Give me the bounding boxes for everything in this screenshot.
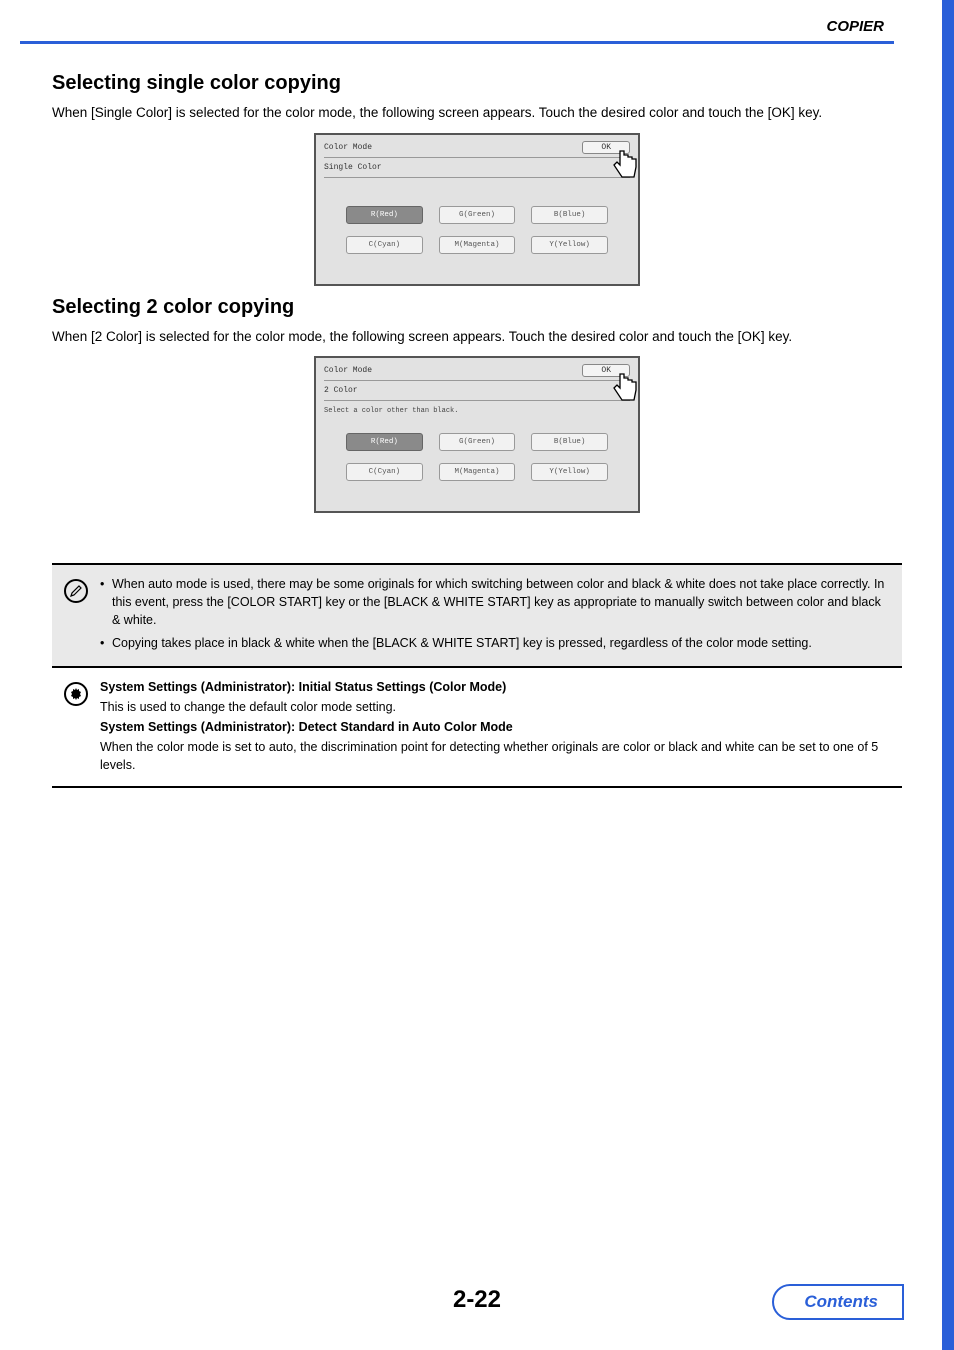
panel1-title: Color Mode xyxy=(324,143,372,152)
note-box: When auto mode is used, there may be som… xyxy=(52,563,902,668)
panel2-subtitle: 2 Color xyxy=(324,380,630,401)
contents-button[interactable]: Contents xyxy=(772,1284,904,1320)
note-item-1: When auto mode is used, there may be som… xyxy=(100,575,888,629)
cyan-button[interactable]: C(Cyan) xyxy=(346,463,423,481)
pointer-icon xyxy=(610,370,644,404)
admin-title-1: System Settings (Administrator): Initial… xyxy=(100,678,888,696)
page-header: COPIER xyxy=(0,0,954,44)
header-title: COPIER xyxy=(0,18,914,35)
gear-icon xyxy=(64,682,88,706)
magenta-button[interactable]: M(Magenta) xyxy=(439,236,516,254)
section1-body: When [Single Color] is selected for the … xyxy=(52,103,902,123)
admin-body-1: This is used to change the default color… xyxy=(100,698,888,716)
section2-body: When [2 Color] is selected for the color… xyxy=(52,327,902,347)
panel2-title: Color Mode xyxy=(324,366,372,375)
panel2-hint: Select a color other than black. xyxy=(324,405,630,421)
two-color-panel: Color Mode OK 2 Color Select a color oth… xyxy=(314,356,640,513)
red-button[interactable]: R(Red) xyxy=(346,433,423,451)
note-item-2: Copying takes place in black & white whe… xyxy=(100,634,888,652)
cyan-button[interactable]: C(Cyan) xyxy=(346,236,423,254)
green-button[interactable]: G(Green) xyxy=(439,433,516,451)
admin-box: System Settings (Administrator): Initial… xyxy=(52,668,902,789)
pencil-icon xyxy=(64,579,88,603)
blue-button[interactable]: B(Blue) xyxy=(531,433,608,451)
red-button[interactable]: R(Red) xyxy=(346,206,423,224)
section2-heading: Selecting 2 color copying xyxy=(52,296,902,319)
admin-body-2: When the color mode is set to auto, the … xyxy=(100,738,888,774)
section1-heading: Selecting single color copying xyxy=(52,72,902,95)
single-color-panel: Color Mode OK Single Color R(Red) G(Gree… xyxy=(314,133,640,286)
pointer-icon xyxy=(610,147,644,181)
green-button[interactable]: G(Green) xyxy=(439,206,516,224)
panel1-subtitle: Single Color xyxy=(324,157,630,178)
blue-button[interactable]: B(Blue) xyxy=(531,206,608,224)
yellow-button[interactable]: Y(Yellow) xyxy=(531,236,608,254)
yellow-button[interactable]: Y(Yellow) xyxy=(531,463,608,481)
magenta-button[interactable]: M(Magenta) xyxy=(439,463,516,481)
page-edge xyxy=(942,0,954,1350)
admin-title-2: System Settings (Administrator): Detect … xyxy=(100,718,888,736)
